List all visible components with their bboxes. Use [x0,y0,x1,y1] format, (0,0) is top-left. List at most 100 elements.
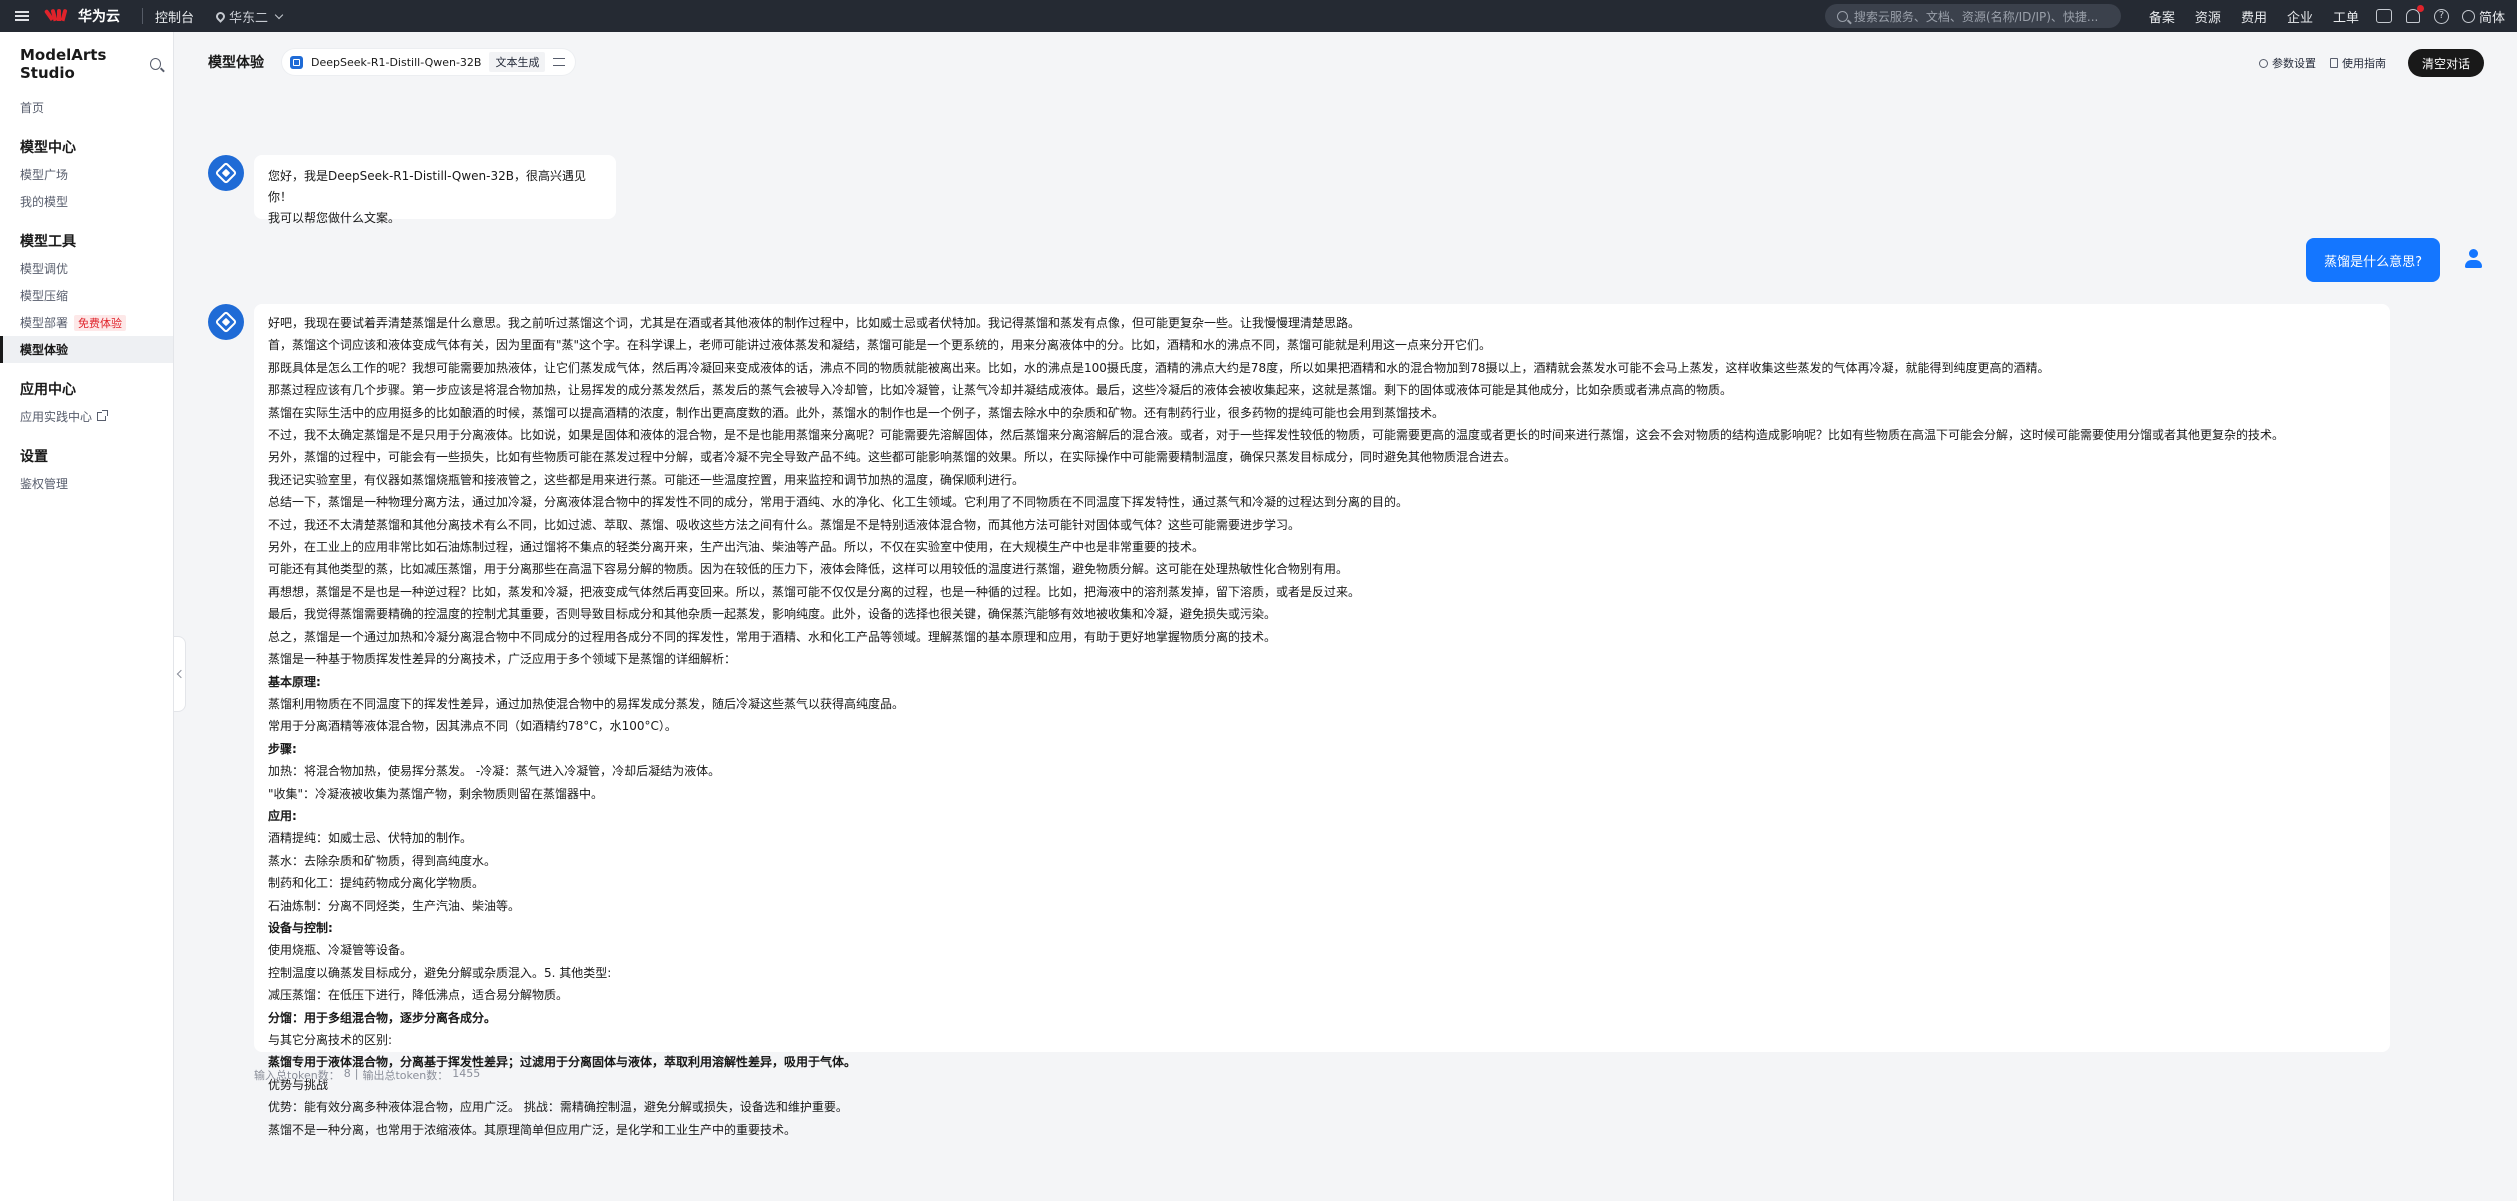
nav-billing[interactable]: 费用 [2231,7,2277,26]
menu-button[interactable] [0,0,44,32]
answer-line: 总结一下，蒸馏是一种物理分离方法，通过加冷凝，分离液体混合物中的挥发性不同的成分… [268,495,1409,510]
search-icon[interactable] [150,58,161,70]
answer-line: 减压蒸馏：在低压下进行，降低沸点，适合易分解物质。 [268,988,569,1003]
help-icon[interactable]: ? [2433,8,2449,24]
sidebar-item-home[interactable]: 首页 [0,94,173,121]
sidebar-item-label: 模型广场 [20,168,69,182]
huawei-cloud-logo[interactable]: 华为云 [43,6,142,26]
sidebar: ModelArts Studio 首页 模型中心 模型广场 我的模型 模型工具 … [0,32,174,1201]
answer-line: 基本原理: [268,674,321,689]
answer-line: 酒精提纯：如威士忌、伏特加的制作。 [268,831,473,846]
answer-line: 步骤: [268,741,297,756]
sidebar-item-model-deployment[interactable]: 模型部署 免费体验 [0,309,173,336]
answer-line: 蒸馏不是一种分离，也常用于浓缩液体。其原理简单但应用广泛，是化学和工业生产中的重… [268,1122,797,1137]
greeting-line: 我可以帮您做什么文案。 [268,211,401,225]
chat-area: 您好，我是DeepSeek-R1-Distill-Qwen-32B，很高兴遇见你… [175,92,2517,1201]
answer-line: 加热：将混合物加热，使易挥分蒸发。 -冷凝：蒸气进入冷凝管，冷却后凝结为液体。 [268,764,721,779]
page-header: 模型体验 DeepSeek-R1-Distill-Qwen-32B 文本生成 参… [175,32,2517,92]
sidebar-item-model-square[interactable]: 模型广场 [0,161,173,188]
notification-dot [2416,5,2424,12]
document-icon [2329,58,2338,68]
answer-line: 蒸馏利用物质在不同温度下的挥发性差异，通过加热使混合物中的易挥发成分蒸发，随后冷… [268,696,905,711]
sidebar-item-label: 模型调优 [20,262,69,276]
search-placeholder: 搜索云服务、文档、资源(名称/ID/IP)、快捷... [1853,9,2099,24]
sidebar-item-label: 模型体验 [20,343,69,357]
token-separator: | [354,1067,359,1080]
input-tokens-label: 输入总token数： [254,1069,340,1082]
sidebar-item-label: 鉴权管理 [20,477,69,491]
notification-bell-icon[interactable] [2405,5,2424,23]
answer-line: 再想想，蒸馏是不是也是一种逆过程？比如，蒸发和冷凝，把液变成气体然后再变回来。所… [268,584,1361,599]
answer-line: 不过，我不太确定蒸馏是不是只用于分离液体。比如说，如果是固体和液体的混合物，是不… [268,428,2285,443]
globe-icon [2461,9,2475,23]
brand-name: 华为云 [78,9,120,25]
sidebar-item-label: 首页 [20,101,45,115]
sidebar-item-auth-management[interactable]: 鉴权管理 [0,470,173,497]
nav-enterprise[interactable]: 企业 [2277,7,2323,26]
language-selector[interactable]: 简体 [2456,7,2517,26]
sidebar-group-model-center: 模型中心 [20,140,76,156]
clear-conversation-button[interactable]: 清空对话 [2407,49,2484,77]
model-selector[interactable]: DeepSeek-R1-Distill-Qwen-32B 文本生成 [282,49,576,75]
nav-filing[interactable]: 备案 [2139,7,2185,26]
nav-tickets[interactable]: 工单 [2323,7,2369,26]
user-guide-link[interactable]: 使用指南 [2329,55,2386,71]
switch-icon[interactable] [553,58,566,66]
answer-line: 蒸馏在实际生活中的应用挺多的比如酿酒的时候，蒸馏可以提高酒精的浓度，制作出更高度… [268,405,1445,420]
bot-avatar [208,155,244,191]
bot-avatar [208,304,244,340]
answer-line: 控制温度以确蒸发目标成分，避免分解或杂质混入。5. 其他类型: [268,965,612,980]
answer-line: 那既具体是怎么工作的呢？我想可能需要加热液体，让它们蒸发成气体，然后再冷凝回来变… [268,360,2050,375]
greeting-line: 您好，我是DeepSeek-R1-Distill-Qwen-32B，很高兴遇见你… [268,169,586,204]
huawei-logo-icon [43,7,70,25]
sidebar-item-label: 模型部署 [20,316,69,330]
bot-icon [214,161,238,185]
answer-line: 蒸馏是一种基于物质挥发性差异的分离技术，广泛应用于多个领域下是蒸馏的详细解析： [268,652,737,667]
console-link[interactable]: 控制台 [143,7,206,26]
answer-line: 应用: [268,808,297,823]
region-label: 华东二 [229,10,269,26]
cloud-shell-icon[interactable] [2375,9,2392,23]
answer-line: 石油炼制：分离不同烃类，生产汽油、柴油等。 [268,898,521,913]
sidebar-item-label: 模型压缩 [20,289,69,303]
answer-line: 另外，蒸馏的过程中，可能会有一些损失，比如有些物质可能在蒸发过程中分解，或者冷凝… [268,450,1517,465]
answer-line: 不过，我还不太清楚蒸馏和其他分离技术有么不同，比如过滤、萃取、蒸馏、吸收这些方法… [268,517,1301,532]
region-selector[interactable]: 华东二 [206,7,292,26]
page-title: 模型体验 [208,55,264,71]
bot-icon [214,310,238,334]
hamburger-icon [15,11,29,21]
sidebar-title: ModelArts Studio [20,46,107,82]
sidebar-group-model-tools: 模型工具 [20,234,76,250]
answer-line: 优势与挑战 [268,1077,329,1092]
user-message: 蒸馏是什么意思? [2306,238,2440,282]
greeting-message: 您好，我是DeepSeek-R1-Distill-Qwen-32B，很高兴遇见你… [254,155,616,225]
top-navigation-bar: 华为云 控制台 华东二 搜索云服务、文档、资源(名称/ID/IP)、快捷... … [0,0,2517,32]
sidebar-header: ModelArts Studio [0,32,173,82]
main-content: 模型体验 DeepSeek-R1-Distill-Qwen-32B 文本生成 参… [175,32,2517,1201]
sidebar-item-app-practice-center[interactable]: 应用实践中心 [0,403,173,430]
answer-line: 另外，在工业上的应用非常比如石油炼制过程，通过馏将不集点的轻类分离开来，生产出汽… [268,540,1205,555]
chevron-down-icon [274,10,284,19]
parameter-settings-button[interactable]: 参数设置 [2258,55,2316,71]
model-name: DeepSeek-R1-Distill-Qwen-32B [311,55,482,69]
input-tokens-value: 8 [343,1067,351,1080]
settings-icon [2258,58,2268,68]
language-label: 简体 [2478,10,2505,26]
external-link-icon [97,410,109,421]
answer-line: 蒸水：去除杂质和矿物质，得到高纯度水。 [268,853,497,868]
answer-line: "收集"：冷凝液被收集为蒸馏产物，剩余物质则留在蒸馏器中。 [268,786,604,801]
sidebar-item-model-tuning[interactable]: 模型调优 [0,255,173,282]
answer-line: 总之，蒸馏是一个通过加热和冷凝分离混合物中不同成分的过程用各成分不同的挥发性，常… [268,629,1277,644]
sidebar-item-label: 我的模型 [20,195,69,209]
free-trial-badge: 免费体验 [74,314,127,331]
user-avatar [2457,242,2489,274]
global-search-input[interactable]: 搜索云服务、文档、资源(名称/ID/IP)、快捷... [1824,4,2121,28]
answer-line: 最后，我觉得蒸馏需要精确的控温度的控制尤其重要，否则导致目标成分和其他杂质一起蒸… [268,607,1277,622]
answer-line: 我还记实验室里，有仪器如蒸馏烧瓶管和接液管之，这些都是用来进行蒸。可能还一些温度… [268,472,1025,487]
sidebar-item-model-compression[interactable]: 模型压缩 [0,282,173,309]
sidebar-item-my-models[interactable]: 我的模型 [0,188,173,215]
answer-line: 首，蒸馏这个词应该和液体变成气体有关，因为里面有"蒸"这个字。在科学课上，老师可… [268,338,1492,353]
sidebar-item-model-experience[interactable]: 模型体验 [0,336,173,363]
nav-resources[interactable]: 资源 [2185,7,2231,26]
answer-line: 使用烧瓶、冷凝管等设备。 [268,943,413,958]
